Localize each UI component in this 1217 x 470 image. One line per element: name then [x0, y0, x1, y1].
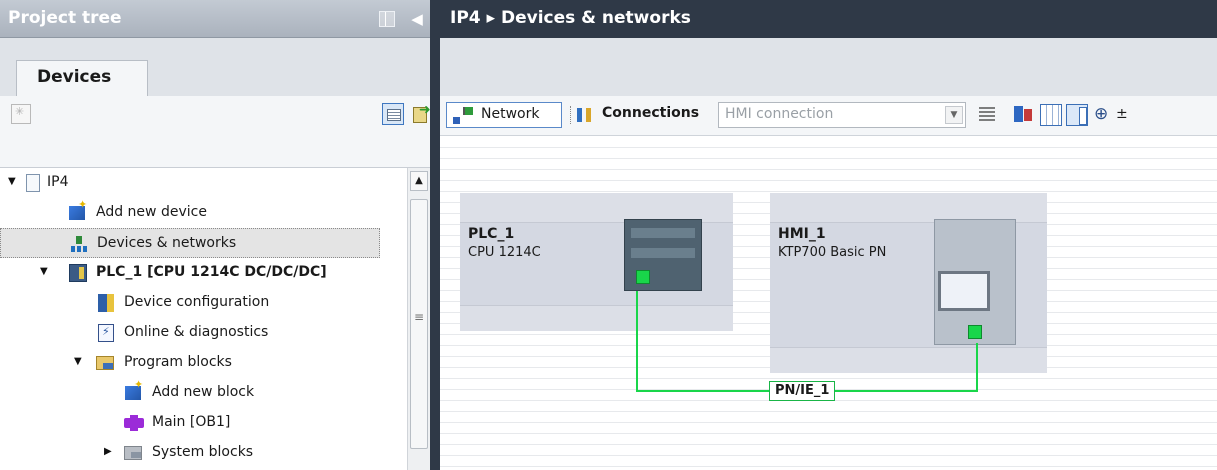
tree-item-device-configuration[interactable]: Device configuration: [0, 288, 380, 318]
show-addresses-icon[interactable]: [976, 104, 998, 126]
zoom-dropdown-icon[interactable]: ±: [1116, 106, 1128, 122]
overview-icon[interactable]: [382, 103, 404, 125]
expand-arrow-icon[interactable]: ▼: [40, 266, 48, 277]
project-tree-toolbar: [0, 96, 437, 136]
folder-icon: [96, 356, 114, 370]
tree-scrollbar[interactable]: ▲ ≡: [407, 168, 430, 470]
tab-devices[interactable]: Devices: [16, 60, 148, 96]
overview-pane-icon[interactable]: [1066, 104, 1088, 126]
scroll-grip-icon: ≡: [414, 310, 425, 324]
add-device-icon: [69, 198, 87, 220]
tree-item-label: Program blocks: [124, 354, 232, 370]
project-tree-spacer: [0, 136, 437, 168]
tab-devices-label: Devices: [37, 67, 112, 87]
chevron-down-icon[interactable]: ▼: [945, 106, 963, 124]
tree-item-program-blocks[interactable]: ▼ Program blocks: [0, 348, 380, 378]
tree-item-plc-1[interactable]: ▼ PLC_1 [CPU 1214C DC/DC/DC]: [0, 258, 380, 288]
device-config-icon: [98, 294, 114, 312]
scroll-up-icon[interactable]: ▲: [410, 171, 428, 191]
table-view-icon[interactable]: [1040, 104, 1062, 126]
tree-item-add-new-device[interactable]: Add new device: [0, 198, 380, 228]
expand-arrow-icon[interactable]: ▼: [8, 176, 16, 187]
network-button[interactable]: Network: [446, 102, 562, 128]
add-block-icon: [125, 378, 143, 400]
project-tree-list: ▼ IP4 Add new device Devices & networks …: [0, 168, 407, 470]
tree-item-main-ob1[interactable]: Main [OB1]: [0, 408, 380, 438]
tree-item-label: PLC_1 [CPU 1214C DC/DC/DC]: [96, 264, 327, 280]
connections-button-label: Connections: [602, 105, 700, 121]
tree-item-label: Main [OB1]: [152, 414, 231, 430]
subnet-label[interactable]: PN/IE_1: [769, 381, 836, 401]
breadcrumb: IP4 ▸ Devices & networks: [450, 8, 691, 28]
expand-arrow-icon[interactable]: ▼: [74, 356, 82, 367]
new-item-icon[interactable]: [11, 104, 31, 124]
connections-button[interactable]: Connections: [576, 102, 716, 128]
collapse-pane-arrow-icon[interactable]: ◀: [407, 9, 427, 29]
pane-layout-icon[interactable]: [379, 11, 395, 27]
tree-item-online-diagnostics[interactable]: Online & diagnostics: [0, 318, 380, 348]
project-tree-title: Project tree: [8, 8, 122, 28]
tree-item-label: IP4: [47, 174, 69, 190]
project-tree-header: Project tree ◀: [0, 0, 437, 38]
editor-header: IP4 ▸ Devices & networks: [440, 0, 1217, 38]
system-folder-icon: [124, 446, 142, 460]
ob-block-icon: [124, 415, 144, 431]
scroll-thumb[interactable]: ≡: [410, 199, 428, 449]
tree-item-system-blocks[interactable]: ▶ System blocks: [0, 438, 380, 468]
tree-item-label: Online & diagnostics: [124, 324, 269, 340]
toolbar-separator: [570, 106, 572, 124]
connection-type-select[interactable]: HMI connection ▼: [718, 102, 966, 128]
connection-type-value: HMI connection: [725, 106, 834, 122]
network-view-icon: [453, 107, 473, 125]
project-tree-panel: Project tree ◀ Devices ▼ IP4 Add new dev…: [0, 0, 437, 470]
zoom-in-icon[interactable]: ⊕: [1094, 104, 1116, 126]
editor-band: [440, 38, 1217, 96]
page-icon: [26, 174, 40, 192]
pane-splitter[interactable]: [430, 0, 440, 470]
highlight-connections-icon[interactable]: [1012, 104, 1034, 126]
subnet-line[interactable]: [440, 137, 1217, 470]
plc-icon: [69, 264, 87, 282]
expand-arrow-icon[interactable]: ▶: [104, 446, 112, 457]
tree-item-label: Devices & networks: [97, 235, 237, 251]
network-button-label: Network: [481, 106, 540, 122]
subnet-line-path[interactable]: [636, 291, 978, 392]
tree-item-ip4[interactable]: ▼ IP4: [0, 168, 380, 198]
tree-item-label: Device configuration: [124, 294, 270, 310]
network-view-toolbar: Network Connections HMI connection ▼ ⊕ ±: [440, 96, 1217, 136]
network-icon: [70, 235, 88, 253]
tree-item-label: System blocks: [152, 444, 254, 460]
tree-item-devices-networks[interactable]: Devices & networks: [0, 228, 380, 258]
tree-item-add-new-block[interactable]: Add new block: [0, 378, 380, 408]
network-canvas[interactable]: PLC_1 CPU 1214C HMI_1 KTP700 Basic PN PN…: [440, 137, 1217, 470]
tree-item-label: Add new block: [152, 384, 255, 400]
connections-icon: [576, 106, 594, 124]
tree-item-label: Add new device: [96, 204, 207, 220]
diagnostics-icon: [98, 324, 114, 342]
